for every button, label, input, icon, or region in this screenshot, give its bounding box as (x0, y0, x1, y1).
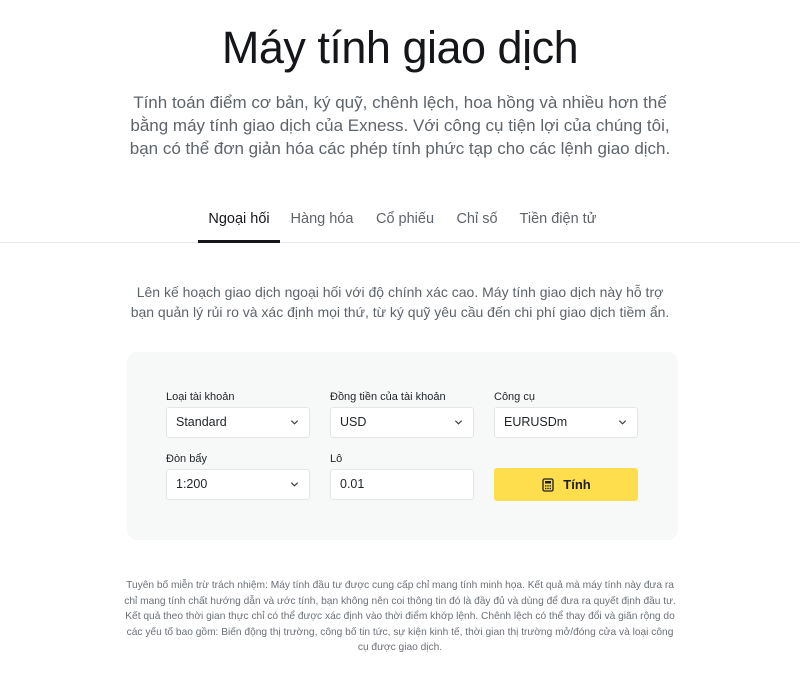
account-type-select[interactable]: Standard (166, 407, 310, 438)
disclaimer-text: Tuyên bố miễn trừ trách nhiệm: Máy tính … (124, 580, 676, 653)
instrument-label: Công cụ (494, 391, 535, 403)
chevron-down-icon (290, 482, 299, 487)
account-currency-value: USD (340, 415, 367, 429)
lot-label: Lô (330, 453, 343, 465)
account-currency-select[interactable]: USD (330, 407, 474, 438)
tab-commodities[interactable]: Hàng hóa (287, 205, 357, 242)
tab-crypto[interactable]: Tiền điện tử (516, 205, 600, 242)
account-type-value: Standard (176, 415, 227, 429)
chevron-down-icon (454, 420, 463, 425)
chevron-down-icon (618, 420, 627, 425)
tab-bar: Ngoại hối Hàng hóa Cổ phiếu Chỉ số Tiền … (0, 205, 800, 243)
leverage-value: 1:200 (176, 477, 208, 491)
tab-stocks[interactable]: Cổ phiếu (371, 205, 439, 242)
calculator-panel (127, 352, 678, 540)
lot-input[interactable]: 0.01 (330, 469, 474, 500)
page-subtitle: Tính toán điểm cơ bản, ký quỹ, chênh lệc… (129, 93, 671, 158)
leverage-select[interactable]: 1:200 (166, 469, 310, 500)
lot-value: 0.01 (340, 477, 365, 491)
calculate-button[interactable]: Tính (494, 468, 638, 501)
account-currency-label: Đồng tiền của tài khoản (330, 391, 446, 403)
calculator-icon (542, 477, 554, 492)
page-title: Máy tính giao dịch (221, 22, 579, 73)
chevron-down-icon (290, 420, 299, 425)
tab-forex[interactable]: Ngoại hối (198, 205, 280, 243)
tab-indices[interactable]: Chỉ số (452, 205, 502, 242)
calculate-label: Tính (563, 477, 591, 492)
instrument-value: EURUSDm (504, 415, 568, 429)
instrument-select[interactable]: EURUSDm (494, 407, 638, 438)
leverage-label: Đòn bẩy (166, 453, 207, 465)
account-type-label: Loại tài khoản (166, 391, 235, 403)
intro-text: Lên kế hoạch giao dịch ngoại hối với độ … (130, 284, 670, 320)
